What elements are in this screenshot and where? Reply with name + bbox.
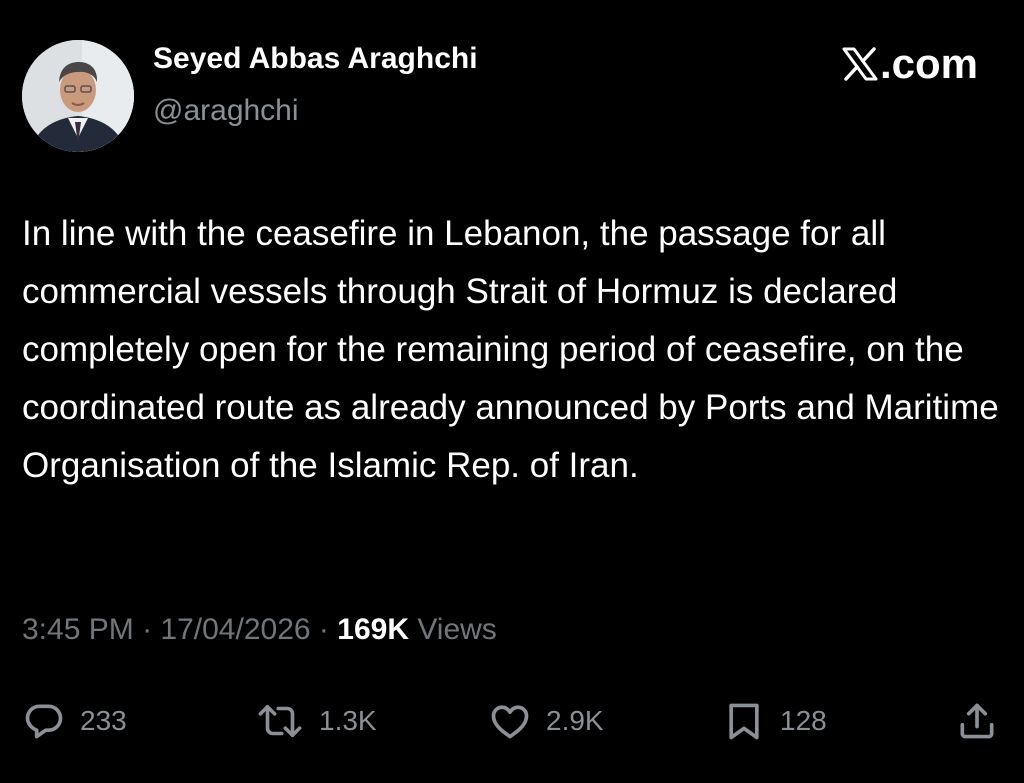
repost-arrows-icon	[258, 704, 302, 738]
like-count: 2.9K	[546, 705, 604, 736]
repost-button[interactable]: 1.3K	[255, 693, 377, 749]
avatar[interactable]	[22, 40, 134, 152]
brand-label: .com	[879, 40, 978, 87]
heart-icon	[491, 705, 529, 739]
bookmark-button[interactable]: 128	[722, 693, 827, 749]
like-button[interactable]: 2.9K	[488, 693, 604, 749]
author-handle[interactable]: @araghchi	[153, 94, 299, 128]
speech-bubble-icon	[25, 704, 63, 739]
reply-count: 233	[80, 705, 127, 736]
tweet-time[interactable]: 3:45 PM	[22, 613, 134, 646]
repost-count: 1.3K	[319, 705, 377, 736]
tweet-date[interactable]: 17/04/2026	[160, 613, 310, 646]
brand-watermark: .com	[842, 40, 978, 88]
reply-button[interactable]: 233	[22, 693, 127, 749]
action-bar: 233 1.3K 2.9K 128	[0, 693, 1024, 749]
meta-separator: ·	[318, 613, 329, 646]
avatar-image	[22, 40, 134, 152]
author-name[interactable]: Seyed Abbas Araghchi	[153, 42, 478, 76]
views-count: 169K	[337, 613, 409, 646]
views-label: Views	[417, 613, 497, 646]
bookmark-icon	[729, 703, 759, 740]
x-logo-icon	[842, 47, 878, 81]
share-button[interactable]	[955, 693, 1013, 749]
tweet-meta: 3:45 PM · 17/04/2026 · 169K Views	[22, 613, 497, 647]
meta-separator: ·	[142, 613, 153, 646]
bookmark-count: 128	[780, 705, 827, 736]
tweet-text: In line with the ceasefire in Lebanon, t…	[22, 214, 999, 485]
share-upload-icon	[960, 703, 994, 739]
